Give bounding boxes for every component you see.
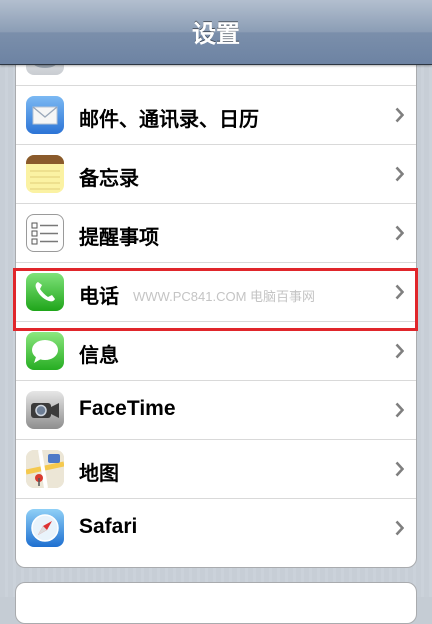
mail-icon bbox=[26, 96, 64, 134]
settings-row-facetime[interactable]: FaceTime bbox=[16, 381, 416, 440]
settings-row-label: 提醒事项 bbox=[79, 225, 159, 249]
settings-row-mail[interactable]: 邮件、通讯录、日历 bbox=[16, 86, 416, 145]
settings-row-reminders[interactable]: 提醒事项 bbox=[16, 204, 416, 263]
chevron-right-icon bbox=[395, 343, 404, 359]
reminders-icon bbox=[26, 214, 64, 252]
next-settings-group bbox=[15, 582, 417, 624]
chevron-right-icon bbox=[395, 107, 404, 123]
settings-row-label: 地图 bbox=[79, 461, 119, 485]
navigation-bar: 设置 bbox=[0, 0, 432, 65]
settings-row-label: FaceTime bbox=[79, 397, 176, 420]
chevron-right-icon bbox=[395, 402, 404, 418]
page-title: 设置 bbox=[192, 20, 240, 48]
settings-row-safari[interactable]: Safari bbox=[16, 499, 416, 558]
settings-row-notes[interactable]: 备忘录 bbox=[16, 145, 416, 204]
chevron-right-icon bbox=[395, 520, 404, 536]
chevron-right-icon bbox=[395, 225, 404, 241]
settings-row-label: 备忘录 bbox=[79, 166, 139, 190]
settings-row-label: 信息 bbox=[79, 343, 119, 367]
chevron-right-icon bbox=[395, 166, 404, 182]
settings-row-label: Safari bbox=[79, 515, 138, 538]
facetime-icon bbox=[26, 391, 64, 429]
phone-row-highlight-box bbox=[13, 268, 418, 331]
chevron-right-icon bbox=[395, 461, 404, 477]
settings-row-maps[interactable]: 地图 bbox=[16, 440, 416, 499]
maps-icon bbox=[26, 450, 64, 488]
messages-icon bbox=[26, 332, 64, 370]
safari-icon bbox=[26, 509, 64, 547]
notes-icon bbox=[26, 155, 64, 193]
settings-row-label: 邮件、通讯录、日历 bbox=[79, 107, 259, 131]
